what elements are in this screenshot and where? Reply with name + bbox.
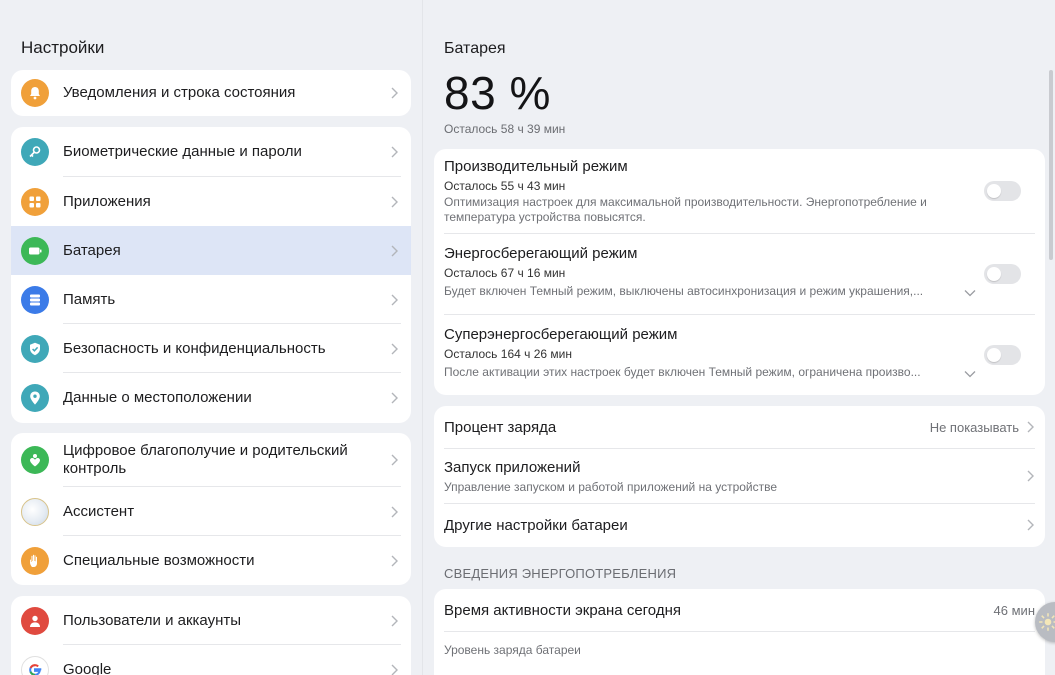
ultra-power-saving-mode-row[interactable]: Суперэнергосберегающий режим Осталось 16…: [434, 315, 1045, 395]
chevron-right-icon: [391, 555, 398, 566]
shield-icon: [21, 334, 49, 363]
sidebar-item-users[interactable]: Пользователи и аккаунты: [11, 596, 411, 645]
battery-percent: 83 %: [444, 67, 551, 119]
chevron-right-icon: [391, 664, 398, 675]
user-icon: [21, 606, 49, 635]
sidebar-item-assistant[interactable]: Ассистент: [11, 487, 411, 536]
sidebar-group-2: Биометрические данные и пароли Приложени…: [11, 127, 411, 423]
mode-remaining: Осталось 67 ч 16 мин: [444, 266, 566, 280]
chevron-right-icon: [391, 343, 398, 354]
mode-title: Суперэнергосберегающий режим: [444, 326, 678, 343]
storage-icon: [21, 285, 49, 314]
key-icon: [21, 138, 49, 166]
option-title: Время активности экрана сегодня: [444, 602, 681, 619]
google-icon: [21, 655, 49, 675]
chevron-right-icon: [391, 87, 398, 99]
option-title: Запуск приложений: [444, 459, 581, 476]
sidebar-item-security[interactable]: Безопасность и конфиденциальность: [11, 324, 411, 373]
page-title: Батарея: [444, 40, 506, 57]
ultra-power-saving-mode-toggle[interactable]: [984, 345, 1021, 365]
sidebar-item-notifications[interactable]: Уведомления и строка состояния: [11, 70, 411, 116]
power-saving-mode-toggle[interactable]: [984, 264, 1021, 284]
mode-remaining: Осталось 164 ч 26 мин: [444, 347, 572, 361]
battery-detail-pane: Батарея 83 % Осталось 58 ч 39 мин Произв…: [422, 0, 1055, 675]
other-battery-settings-row[interactable]: Другие настройки батареи: [434, 504, 1045, 547]
chevron-right-icon: [391, 454, 398, 466]
sidebar-item-label: Google: [63, 660, 112, 675]
mode-title: Производительный режим: [444, 158, 628, 175]
chevron-right-icon: [391, 196, 398, 207]
mode-title: Энергосберегающий режим: [444, 245, 638, 262]
battery-options-card: Процент заряда Не показывать Запуск прил…: [434, 406, 1045, 547]
option-value: Не показывать: [929, 420, 1019, 435]
sun-icon: [1039, 613, 1055, 631]
assistant-orb-icon: [21, 497, 49, 526]
chevron-down-icon[interactable]: [964, 370, 976, 378]
chevron-right-icon: [1027, 421, 1034, 433]
battery-icon: [21, 236, 49, 265]
power-modes-card: Производительный режим Осталось 55 ч 43 …: [434, 149, 1045, 395]
sidebar-item-digital-wellbeing[interactable]: Цифровое благополучие и родительский кон…: [11, 433, 411, 487]
performance-mode-row[interactable]: Производительный режим Осталось 55 ч 43 …: [434, 149, 1045, 233]
sidebar-item-label: Приложения: [63, 192, 151, 210]
sidebar-item-google[interactable]: Google: [11, 645, 411, 675]
sidebar-item-label: Ассистент: [63, 502, 135, 520]
battery-remaining-time: Осталось 58 ч 39 мин: [444, 122, 566, 136]
chevron-right-icon: [391, 294, 398, 305]
chevron-right-icon: [391, 392, 398, 404]
sidebar-item-battery[interactable]: Батарея: [11, 226, 411, 275]
sidebar-group-3: Цифровое благополучие и родительский кон…: [11, 433, 411, 585]
charge-percent-row[interactable]: Процент заряда Не показывать: [434, 406, 1045, 448]
chevron-down-icon[interactable]: [964, 289, 976, 297]
chevron-right-icon: [391, 615, 398, 626]
hand-icon: [21, 546, 49, 575]
option-title: Процент заряда: [444, 419, 557, 436]
power-usage-card: Время активности экрана сегодня 46 мин У…: [434, 589, 1045, 675]
performance-mode-toggle[interactable]: [984, 181, 1021, 201]
apps-grid-icon: [21, 187, 49, 216]
mode-description: После активации этих настроек будет вклю…: [444, 365, 921, 379]
sidebar-item-label: Специальные возможности: [63, 551, 255, 569]
sidebar-title: Настройки: [21, 38, 105, 57]
sidebar-item-label: Батарея: [63, 241, 121, 259]
sidebar-item-location[interactable]: Данные о местоположении: [11, 373, 411, 423]
chevron-right-icon: [391, 506, 398, 517]
power-saving-mode-row[interactable]: Энергосберегающий режим Осталось 67 ч 16…: [434, 234, 1045, 314]
screen-time-row[interactable]: Время активности экрана сегодня 46 мин: [434, 589, 1045, 631]
sidebar-item-label: Цифровое благополучие и родительский кон…: [63, 442, 348, 477]
sidebar-item-apps[interactable]: Приложения: [11, 177, 411, 226]
sidebar-group-4: Пользователи и аккаунты Google: [11, 596, 411, 675]
sidebar-item-label: Пользователи и аккаунты: [63, 611, 242, 629]
battery-level-label: Уровень заряда батареи: [444, 643, 581, 657]
app-launch-row[interactable]: Запуск приложений Управление запуском и …: [434, 449, 1045, 503]
chevron-right-icon: [1027, 519, 1034, 531]
mode-description: Будет включен Темный режим, выключены ав…: [444, 284, 924, 298]
sidebar-item-label: Данные о местоположении: [63, 389, 252, 406]
settings-sidebar: Настройки Уведомления и строка состояния…: [0, 0, 422, 675]
heart-person-icon: [21, 446, 49, 474]
section-header: СВЕДЕНИЯ ЭНЕРГОПОТРЕБЛЕНИЯ: [444, 566, 677, 581]
chevron-right-icon: [1027, 470, 1034, 482]
bell-icon: [21, 79, 49, 107]
sidebar-item-label: Память: [63, 290, 116, 308]
mode-description: Оптимизация настроек для максимальной пр…: [444, 195, 927, 224]
sidebar-item-label: Биометрические данные и пароли: [63, 143, 302, 160]
mode-remaining: Осталось 55 ч 43 мин: [444, 179, 566, 193]
location-pin-icon: [21, 384, 49, 412]
chevron-right-icon: [391, 245, 398, 256]
sidebar-item-storage[interactable]: Память: [11, 275, 411, 324]
scrollbar[interactable]: [1049, 70, 1053, 260]
sidebar-item-label: Безопасность и конфиденциальность: [63, 339, 326, 357]
option-title: Другие настройки батареи: [444, 517, 628, 534]
option-subtitle: Управление запуском и работой приложений…: [444, 480, 778, 494]
sidebar-item-biometrics[interactable]: Биометрические данные и пароли: [11, 127, 411, 177]
screen-time-value: 46 мин: [993, 603, 1035, 618]
sidebar-group-1: Уведомления и строка состояния: [11, 70, 411, 116]
sidebar-item-accessibility[interactable]: Специальные возможности: [11, 536, 411, 585]
chevron-right-icon: [391, 146, 398, 158]
sidebar-item-label: Уведомления и строка состояния: [63, 84, 296, 101]
